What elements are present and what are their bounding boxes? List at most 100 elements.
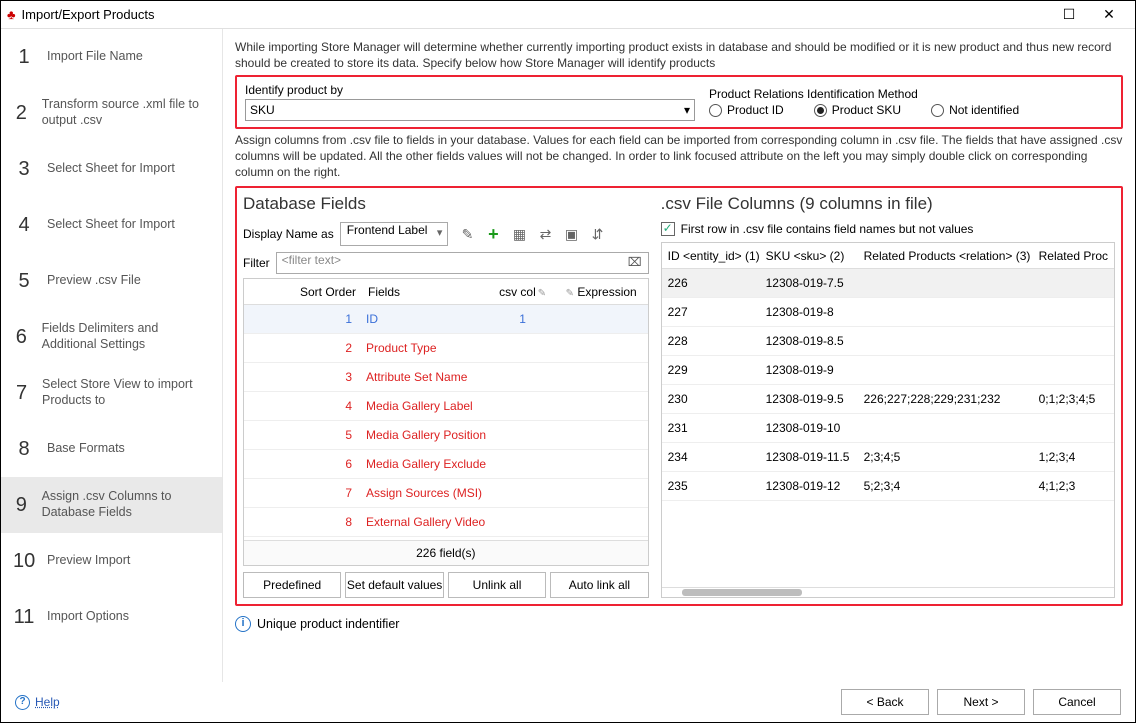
- identify-product-section: Identify product by SKU ▾ Product Relati…: [235, 75, 1123, 129]
- identify-label: Identify product by: [245, 83, 695, 97]
- csv-row[interactable]: 22612308-019-7.5: [662, 269, 1114, 298]
- csv-row[interactable]: 22712308-019-8: [662, 298, 1114, 327]
- wizard-step-4[interactable]: 4Select Sheet for Import: [1, 197, 222, 253]
- csv-row[interactable]: 23112308-019-10: [662, 414, 1114, 443]
- intro-text: While importing Store Manager will deter…: [235, 39, 1123, 71]
- edit-icon[interactable]: ✎: [458, 225, 476, 243]
- csv-col-header[interactable]: Related Products <relation> (3): [858, 249, 1033, 263]
- unlink-all-button[interactable]: Unlink all: [448, 572, 546, 598]
- filter-settings-icon[interactable]: ⇵: [588, 225, 606, 243]
- col-csv[interactable]: csv col✎: [488, 285, 558, 299]
- db-row[interactable]: 3Attribute Set Name: [244, 363, 648, 392]
- maximize-button[interactable]: ☐: [1049, 6, 1089, 23]
- step-label: Preview .csv File: [47, 273, 141, 289]
- filter-input[interactable]: <filter text> ⌧: [276, 252, 649, 274]
- radio-label: Product SKU: [832, 103, 901, 117]
- help-label[interactable]: Help: [35, 695, 60, 709]
- csv-columns-panel: .csv File Columns (9 columns in file) ✓ …: [661, 194, 1115, 598]
- db-row[interactable]: 1ID1: [244, 305, 648, 334]
- step-number: 10: [13, 550, 35, 573]
- radio-label: Product ID: [727, 103, 784, 117]
- col-sort-order[interactable]: Sort Order: [244, 285, 362, 299]
- step-number: 3: [13, 158, 35, 181]
- wizard-step-5[interactable]: 5 Preview .csv File: [1, 253, 222, 309]
- radio-label: Not identified: [949, 103, 1019, 117]
- add-icon[interactable]: +: [484, 225, 502, 243]
- col-expression[interactable]: ✎ Expression: [558, 285, 648, 299]
- info-text: Unique product indentifier: [257, 617, 399, 631]
- db-field-count: 226 field(s): [244, 540, 648, 565]
- col-fields[interactable]: Fields: [362, 285, 488, 299]
- db-table-header: Sort Order Fields csv col✎ ✎ Expression: [244, 279, 648, 305]
- column-mapping-area: Database Fields Display Name as Frontend…: [235, 186, 1123, 606]
- db-fields-table: Sort Order Fields csv col✎ ✎ Expression …: [243, 278, 649, 566]
- assign-columns-text: Assign columns from .csv file to fields …: [235, 133, 1123, 180]
- step-label: Transform source .xml file to output .cs…: [42, 97, 210, 128]
- db-row[interactable]: 7Assign Sources (MSI): [244, 479, 648, 508]
- identify-by-select[interactable]: SKU ▾: [245, 99, 695, 121]
- db-row[interactable]: 2Product Type: [244, 334, 648, 363]
- auto-link-all-button[interactable]: Auto link all: [550, 572, 648, 598]
- image-tool-icon[interactable]: ▣: [562, 225, 580, 243]
- step-label: Fields Delimiters and Additional Setting…: [42, 321, 210, 352]
- next-button[interactable]: Next >: [937, 689, 1025, 715]
- step-label: Assign .csv Columns to Database Fields: [42, 489, 210, 520]
- csv-col-header[interactable]: ID <entity_id> (1): [662, 249, 760, 263]
- step-number: 5: [13, 270, 35, 293]
- set-default-values-button[interactable]: Set default values: [345, 572, 443, 598]
- wizard-step-8[interactable]: 8Base Formats: [1, 421, 222, 477]
- filter-placeholder: <filter text>: [282, 253, 341, 267]
- wizard-step-7[interactable]: 7Select Store View to import Products to: [1, 365, 222, 421]
- wizard-step-10[interactable]: 10Preview Import: [1, 533, 222, 589]
- wizard-step-2[interactable]: 2Transform source .xml file to output .c…: [1, 85, 222, 141]
- wizard-step-1[interactable]: 1 Import File Name: [1, 29, 222, 85]
- wizard-step-6[interactable]: 6 Fields Delimiters and Additional Settin…: [1, 309, 222, 365]
- wizard-step-9[interactable]: 9 Assign .csv Columns to Database Fields: [1, 477, 222, 533]
- radio-circle: [931, 104, 944, 117]
- first-row-checkbox[interactable]: ✓: [661, 222, 675, 236]
- step-number: 6: [13, 326, 30, 349]
- csv-col-header[interactable]: SKU <sku> (2): [760, 249, 858, 263]
- close-button[interactable]: ✕: [1089, 6, 1129, 23]
- link-columns-icon[interactable]: ⇄: [536, 225, 554, 243]
- step-label: Select Sheet for Import: [47, 217, 175, 233]
- db-row[interactable]: 5Media Gallery Position: [244, 421, 648, 450]
- db-row[interactable]: 4Media Gallery Label: [244, 392, 648, 421]
- display-name-select[interactable]: Frontend Label: [340, 222, 449, 246]
- pencil-icon: ✎: [566, 288, 574, 299]
- help-link[interactable]: ? Help: [15, 695, 60, 710]
- clear-filter-icon[interactable]: ⌧: [628, 255, 642, 269]
- cancel-button[interactable]: Cancel: [1033, 689, 1121, 715]
- predefined-button[interactable]: Predefined: [243, 572, 341, 598]
- csv-panel-title: .csv File Columns (9 columns in file): [661, 194, 1115, 214]
- horizontal-scrollbar[interactable]: [662, 587, 1114, 597]
- step-number: 9: [13, 494, 30, 517]
- grid-tool-icon[interactable]: ▦: [510, 225, 528, 243]
- csv-col-header[interactable]: Related Proc: [1033, 249, 1114, 263]
- step-label: Select Store View to import Products to: [42, 377, 210, 408]
- radio-circle: [709, 104, 722, 117]
- filter-label: Filter: [243, 256, 270, 270]
- display-name-value: Frontend Label: [347, 223, 428, 237]
- csv-row[interactable]: 23412308-019-11.52;3;4;51;2;3;4: [662, 443, 1114, 472]
- csv-row[interactable]: 22912308-019-9: [662, 356, 1114, 385]
- relation-method-label: Product Relations Identification Method: [709, 87, 1113, 101]
- radio-circle: [814, 104, 827, 117]
- wizard-step-11[interactable]: 11Import Options: [1, 589, 222, 645]
- csv-row[interactable]: 23012308-019-9.5226;227;228;229;231;2320…: [662, 385, 1114, 414]
- csv-row[interactable]: 22812308-019-8.5: [662, 327, 1114, 356]
- window-title: Import/Export Products: [22, 7, 1049, 22]
- display-name-label: Display Name as: [243, 227, 334, 241]
- scrollbar-thumb[interactable]: [682, 589, 802, 596]
- db-row[interactable]: 6Media Gallery Exclude: [244, 450, 648, 479]
- radio-product-sku[interactable]: Product SKU: [814, 103, 901, 117]
- radio-not-identified[interactable]: Not identified: [931, 103, 1019, 117]
- radio-product-id[interactable]: Product ID: [709, 103, 784, 117]
- db-row[interactable]: 8External Gallery Video: [244, 508, 648, 537]
- back-button[interactable]: < Back: [841, 689, 929, 715]
- wizard-step-3[interactable]: 3Select Sheet for Import: [1, 141, 222, 197]
- step-number: 1: [13, 46, 35, 69]
- csv-row[interactable]: 23512308-019-125;2;3;44;1;2;3: [662, 472, 1114, 501]
- step-label: Import File Name: [47, 49, 143, 65]
- app-icon: ♣: [7, 7, 16, 22]
